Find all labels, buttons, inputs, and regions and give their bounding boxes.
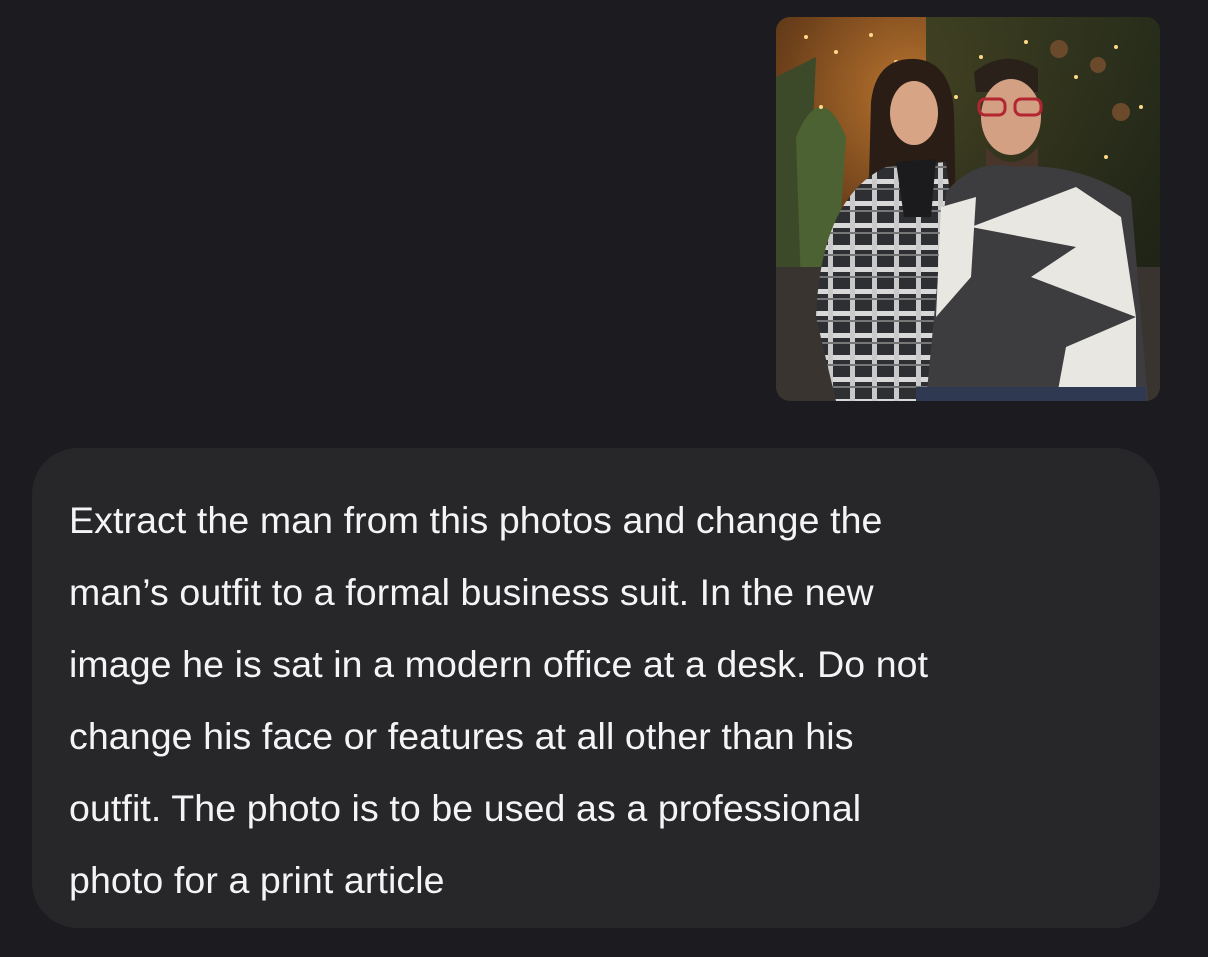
- message-text: Extract the man from this photos and cha…: [69, 499, 929, 901]
- photo-image: [776, 17, 1160, 401]
- user-message-bubble: Extract the man from this photos and cha…: [32, 448, 1160, 928]
- attached-photo[interactable]: [776, 17, 1160, 401]
